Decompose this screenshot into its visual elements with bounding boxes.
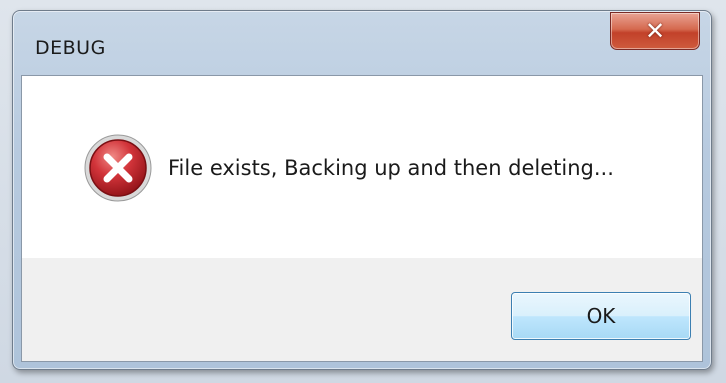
debug-dialog: DEBUG ✕ File exists, Backing up and then… <box>12 10 712 370</box>
dialog-client-area: File exists, Backing up and then deletin… <box>21 75 703 362</box>
dialog-title: DEBUG <box>35 37 106 59</box>
error-icon <box>84 134 152 202</box>
close-button[interactable]: ✕ <box>610 12 700 50</box>
close-icon: ✕ <box>644 17 666 45</box>
button-bar: OK <box>22 258 702 361</box>
message-area: File exists, Backing up and then deletin… <box>22 76 702 258</box>
ok-button[interactable]: OK <box>511 292 691 340</box>
title-bar[interactable]: DEBUG ✕ <box>13 11 711 75</box>
message-text: File exists, Backing up and then deletin… <box>168 156 614 180</box>
